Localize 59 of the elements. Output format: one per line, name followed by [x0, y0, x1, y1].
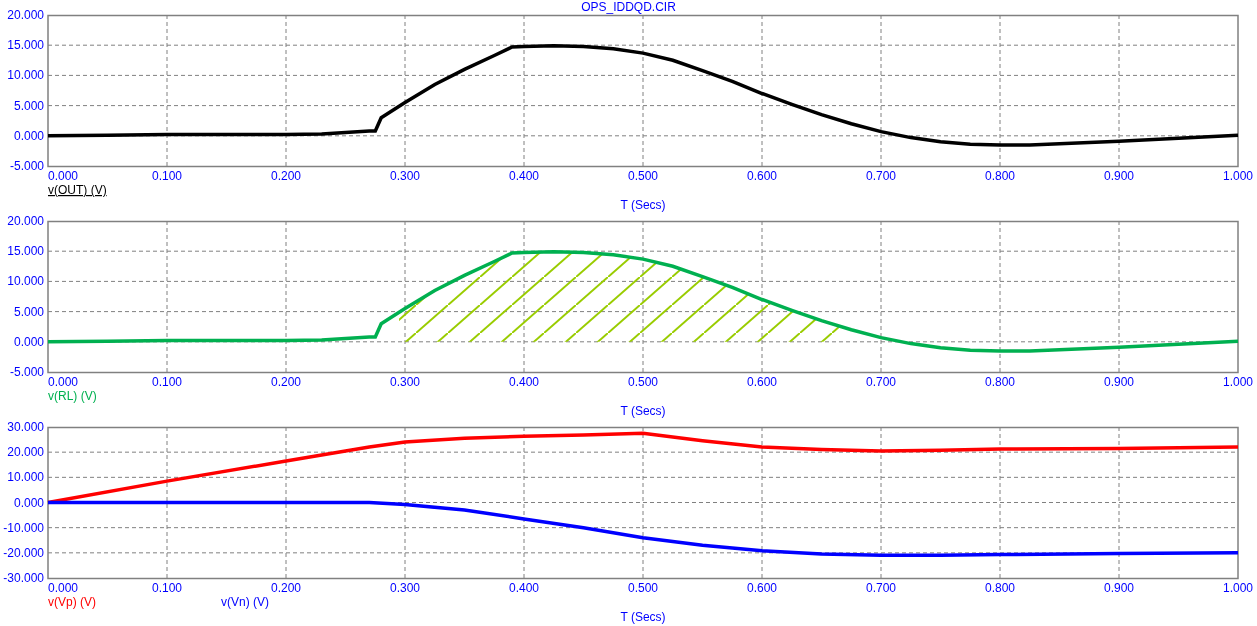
x-tick-label: 0.600: [747, 375, 777, 389]
y-tick-label: -5.000: [9, 159, 44, 173]
y-tick-label: -10.000: [3, 520, 44, 535]
x-tick-label: 0.300: [390, 169, 420, 183]
x-tick-label: 0.200: [271, 169, 301, 183]
x-tick-label: 0.700: [866, 375, 896, 389]
x-tick-label: 0.300: [390, 581, 420, 595]
y-tick-label: 20.000: [7, 214, 44, 228]
y-tick-label: 20.000: [7, 445, 44, 460]
x-tick-label: 0.000: [48, 169, 79, 183]
y-tick-label: 15.000: [7, 244, 44, 259]
x-tick-label: 0.900: [1104, 581, 1134, 595]
y-tick-label: 5.000: [13, 98, 44, 113]
x-tick-label: 0.400: [509, 169, 539, 183]
x-tick-label: 0.500: [628, 375, 658, 389]
x-tick-label: 0.600: [747, 169, 777, 183]
y-tick-label: 30.000: [7, 420, 44, 434]
x-tick-label: 0.200: [271, 581, 301, 595]
x-axis-title: T (Secs): [620, 610, 666, 624]
x-tick-label: 0.800: [985, 375, 1015, 389]
y-tick-label: 20.000: [7, 8, 44, 22]
y-tick-label: 10.000: [7, 68, 44, 83]
y-tick-label: -20.000: [3, 545, 44, 560]
x-tick-label: 0.500: [628, 581, 658, 595]
x-axis-title: T (Secs): [620, 198, 666, 212]
legend-label[interactable]: v(Vn) (V): [221, 595, 269, 609]
x-tick-label: 0.000: [48, 581, 79, 595]
y-tick-label: -5.000: [9, 365, 44, 379]
x-tick-label: 0.200: [271, 375, 301, 389]
y-tick-label: 10.000: [7, 470, 44, 485]
x-tick-label: 0.400: [509, 375, 539, 389]
plot-title: OPS_IDDQD.CIR: [581, 0, 676, 15]
y-tick-label: 0.000: [13, 128, 44, 143]
x-tick-label: 1.000: [1223, 169, 1253, 183]
x-tick-label: 0.000: [48, 375, 79, 389]
x-tick-label: 0.800: [985, 169, 1015, 183]
y-tick-label: 0.000: [13, 495, 44, 510]
y-tick-label: 5.000: [13, 304, 44, 319]
x-tick-label: 0.800: [985, 581, 1015, 595]
y-tick-label: 10.000: [7, 274, 44, 289]
y-tick-label: 0.000: [13, 334, 44, 349]
x-tick-label: 0.400: [509, 581, 539, 595]
x-tick-label: 0.700: [866, 169, 896, 183]
x-tick-label: 1.000: [1223, 375, 1253, 389]
x-tick-label: 0.300: [390, 375, 420, 389]
x-axis-title: T (Secs): [620, 404, 666, 418]
legend-label[interactable]: v(OUT) (V): [48, 183, 107, 197]
legend-label[interactable]: v(Vp) (V): [48, 595, 96, 609]
x-tick-label: 1.000: [1223, 581, 1253, 595]
x-tick-label: 0.500: [628, 169, 658, 183]
x-tick-label: 0.900: [1104, 375, 1134, 389]
x-tick-label: 0.900: [1104, 169, 1134, 183]
x-tick-label: 0.100: [152, 375, 182, 389]
y-tick-label: 15.000: [7, 38, 44, 53]
x-tick-label: 0.100: [152, 169, 182, 183]
y-tick-label: -30.000: [3, 571, 44, 585]
x-tick-label: 0.600: [747, 581, 777, 595]
x-tick-label: 0.700: [866, 581, 896, 595]
x-tick-label: 0.100: [152, 581, 182, 595]
